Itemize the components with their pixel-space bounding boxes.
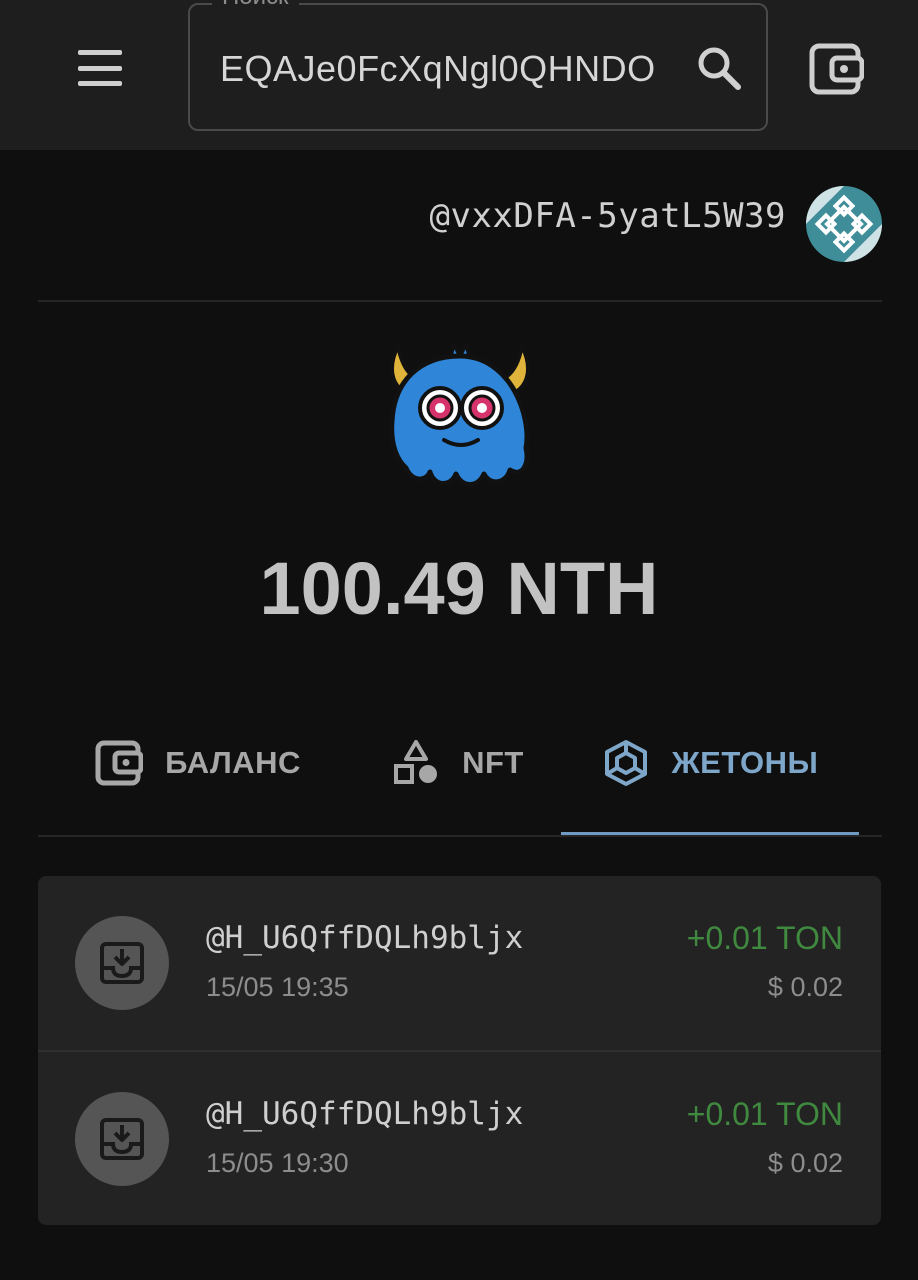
transaction-address: @H_U6QffDQLh9bljx xyxy=(206,920,524,956)
menu-line xyxy=(78,50,122,55)
transaction-fiat-value: $ 0.02 xyxy=(767,1148,843,1178)
tab-balance-label: БАЛАНС xyxy=(165,745,301,780)
token-balance: 100.49 NTH xyxy=(259,547,659,630)
search-input[interactable] xyxy=(220,41,660,97)
transaction-row[interactable]: @H_U6QffDQLh9bljx 15/05 19:35 +0.01 TON … xyxy=(38,876,881,1050)
tab-nft[interactable]: NFT xyxy=(368,690,548,836)
tab-balance[interactable]: БАЛАНС xyxy=(78,690,318,836)
top-app-bar: Поиск xyxy=(0,0,918,150)
account-header: @vxxDFA-5yatL5W39 xyxy=(38,180,882,270)
transaction-time: 15/05 19:35 xyxy=(206,972,349,1002)
wallet-icon[interactable] xyxy=(806,42,864,96)
wallet-icon xyxy=(95,740,144,786)
inbox-download-icon xyxy=(75,1092,169,1186)
section-tabs: БАЛАНС NFT ЖЕТОНЫ xyxy=(38,690,882,836)
menu-line xyxy=(78,65,122,71)
transaction-address: @H_U6QffDQLh9bljx xyxy=(206,1096,524,1132)
geometric-avatar-icon[interactable] xyxy=(806,186,882,262)
transaction-amount: +0.01 TON xyxy=(686,1096,843,1132)
tab-jettons-label: ЖЕТОНЫ xyxy=(671,745,819,780)
transaction-row[interactable]: @H_U6QffDQLh9bljx 15/05 19:30 +0.01 TON … xyxy=(38,1050,881,1225)
transaction-amount: +0.01 TON xyxy=(686,920,843,956)
search-icon[interactable] xyxy=(694,43,744,93)
transaction-list: @H_U6QffDQLh9bljx 15/05 19:35 +0.01 TON … xyxy=(38,876,881,1225)
shapes-icon xyxy=(394,740,438,784)
inbox-download-icon xyxy=(75,916,169,1010)
blue-monster-token-icon xyxy=(389,339,530,487)
hamburger-menu-icon[interactable] xyxy=(78,46,128,90)
account-name[interactable]: @vxxDFA-5yatL5W39 xyxy=(430,196,787,236)
transaction-time: 15/05 19:30 xyxy=(206,1148,349,1178)
tab-jettons[interactable]: ЖЕТОНЫ xyxy=(561,690,859,836)
search-field-label: Поиск xyxy=(212,0,299,9)
tabs-divider xyxy=(38,835,882,837)
section-divider xyxy=(38,300,882,302)
transaction-fiat-value: $ 0.02 xyxy=(767,972,843,1002)
menu-line xyxy=(78,81,122,86)
tab-nft-label: NFT xyxy=(462,745,524,780)
cube-icon xyxy=(604,740,647,786)
search-field[interactable]: Поиск xyxy=(188,0,768,131)
